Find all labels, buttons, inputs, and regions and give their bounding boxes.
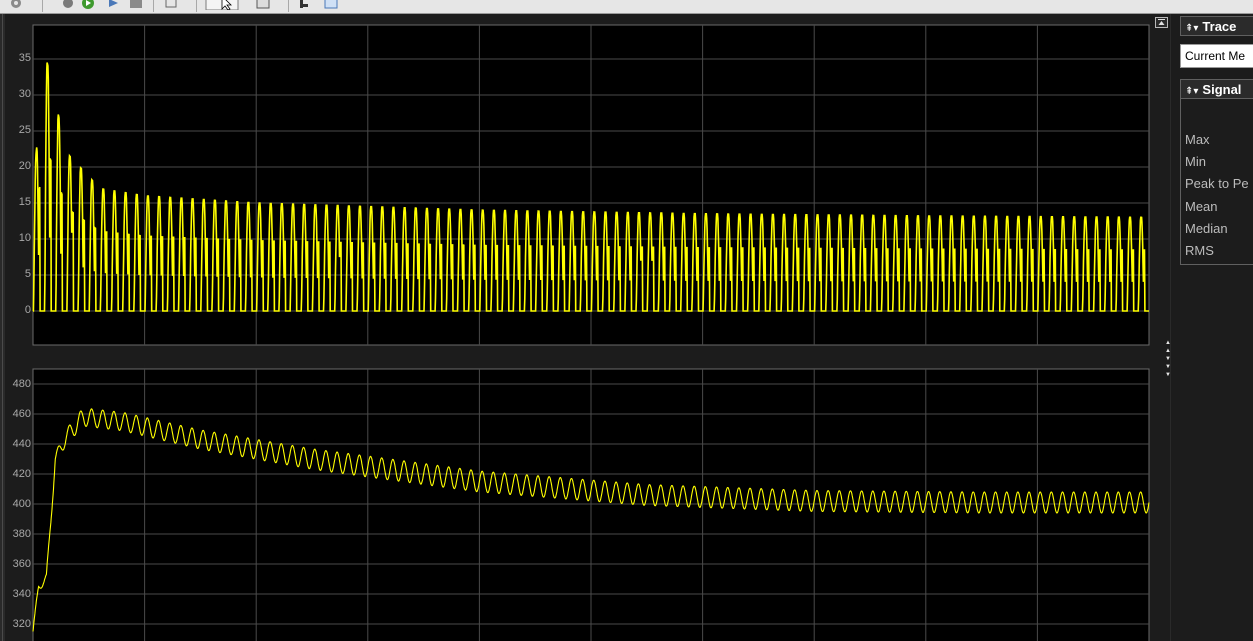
select-icon[interactable]	[204, 0, 240, 10]
undock-icon	[1158, 19, 1165, 25]
stat-label-mean: Mean	[1185, 199, 1218, 214]
top-y-tick: 25	[18, 124, 31, 136]
signal-statistics-header[interactable]: ⇞▾ Signal	[1180, 79, 1253, 99]
stat-label-max: Max	[1185, 132, 1210, 147]
top-y-tick: 15	[18, 196, 31, 208]
style-icon[interactable]	[322, 0, 342, 10]
zoom-icon[interactable]	[254, 0, 274, 10]
measurements-panel: ⇞▾ Trace Current Me ⇞▾ Signal Max Min Peak…	[1170, 14, 1253, 641]
step-forward-icon[interactable]	[106, 0, 122, 10]
stat-label-median: Median	[1185, 221, 1228, 236]
bottom-y-tick: 340	[12, 588, 31, 600]
layout-icon[interactable]	[162, 0, 182, 10]
toolbar-separator	[42, 0, 43, 12]
bottom-y-tick: 360	[12, 558, 31, 570]
trace-selection-header[interactable]: ⇞▾ Trace	[1180, 16, 1253, 36]
collapse-toggle-icon: ⇞▾	[1185, 23, 1199, 34]
trace-header-label: Trace	[1202, 19, 1237, 34]
top-y-tick: 30	[18, 88, 31, 100]
bottom-y-tick: 320	[12, 618, 31, 630]
top-y-tick: 5	[24, 268, 31, 280]
top-y-tick: 0	[24, 304, 31, 316]
collapse-toggle-icon: ⇞▾	[1185, 86, 1199, 97]
bottom-y-tick: 460	[12, 408, 31, 420]
bottom-y-tick: 440	[12, 438, 31, 450]
top-y-tick: 10	[18, 232, 31, 244]
stat-label-min: Min	[1185, 154, 1206, 169]
stat-label-peak-to-peak: Peak to Pe	[1185, 176, 1249, 191]
scope-display: 35 30 25 20 15 10 5 0 480 460 440 420 40…	[5, 14, 1171, 641]
toolbar	[0, 0, 1253, 14]
stop-icon[interactable]	[128, 0, 144, 10]
stat-label-rms: RMS	[1185, 243, 1214, 258]
top-y-tick: 35	[18, 52, 31, 64]
cursor-measure-icon[interactable]	[296, 0, 312, 10]
trace-dropdown[interactable]: Current Me	[1180, 44, 1253, 68]
bottom-y-tick: 400	[12, 498, 31, 510]
settings-icon[interactable]	[8, 0, 28, 10]
undock-panel-button[interactable]	[1155, 17, 1168, 28]
toolbar-separator	[196, 0, 197, 12]
toolbar-separator	[153, 0, 154, 12]
run-icon[interactable]	[80, 0, 96, 10]
step-back-icon[interactable]	[60, 0, 76, 10]
toolbar-separator	[288, 0, 289, 12]
scope-plots	[32, 24, 1150, 641]
bottom-y-tick: 480	[12, 378, 31, 390]
bottom-y-tick: 380	[12, 528, 31, 540]
bottom-y-tick: 420	[12, 468, 31, 480]
top-y-tick: 20	[18, 160, 31, 172]
signal-header-label: Signal	[1202, 82, 1242, 97]
